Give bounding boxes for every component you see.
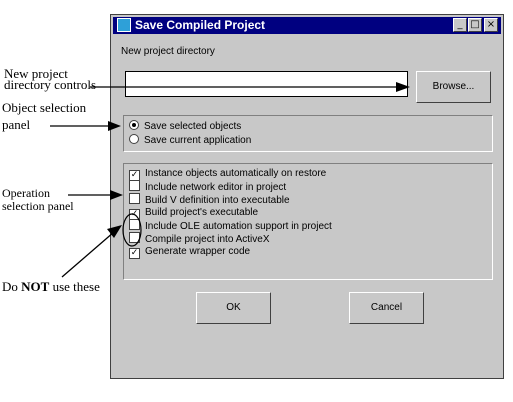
annotation-overlay [50,82,410,278]
annotation-object-panel-line1: Object selection [2,100,87,115]
annotation-object-panel: Object selection panel [2,99,86,133]
annotation-operation-panel: Operation selection panel [2,187,74,213]
operation-panel-arrowhead [110,190,123,200]
annotation-object-panel-line2: panel [2,117,31,132]
annotation-do-not-prefix: Do [2,279,18,294]
annotation-operation-panel-line2: selection panel [2,199,74,213]
annotation-do-not-emphasis: NOT [21,279,50,294]
annotation-do-not-suffix: use these [52,279,100,294]
do-not-pointer-line [61,231,115,278]
object-panel-arrowhead [108,121,121,131]
dir-controls-arrowhead [396,82,410,92]
annotation-dir-controls: New project directory controls [4,67,97,92]
annotation-dir-controls-line2: directory controls [4,77,97,92]
annotation-do-not-use: Do NOT use these [2,279,100,295]
highlight-ellipse [122,213,142,247]
